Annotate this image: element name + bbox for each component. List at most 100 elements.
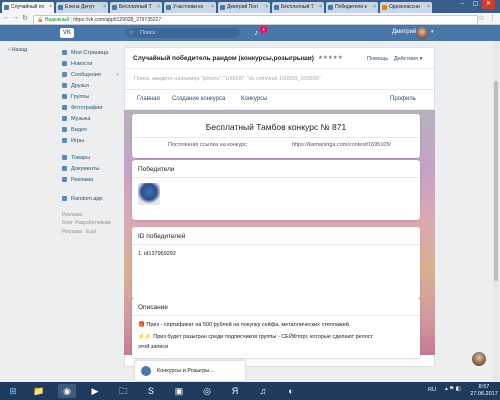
chrome-app-icon[interactable]: ◎ bbox=[198, 384, 216, 398]
close-tab-icon[interactable]: × bbox=[373, 2, 376, 13]
chat-widget[interactable]: Конкурсы и Розыгры... bbox=[134, 360, 246, 382]
media-icon[interactable]: ♫ bbox=[254, 384, 272, 398]
firefox-icon[interactable]: ◐ bbox=[282, 384, 300, 398]
chevron-down-icon: ▾ bbox=[419, 56, 423, 62]
url-text: https://vk.com/app6129028_279735227 bbox=[73, 17, 162, 23]
star-icon[interactable]: ☆ bbox=[478, 14, 484, 22]
sidebar-item-goods[interactable]: Товары bbox=[62, 155, 90, 161]
browser-tab[interactable]: Одноклассни × bbox=[380, 2, 432, 13]
close-tab-icon[interactable]: × bbox=[265, 2, 268, 13]
sidebar-item-music[interactable]: Музыка bbox=[62, 116, 90, 122]
sidebar-item-photos[interactable]: Фотографии bbox=[62, 105, 102, 111]
browser-tab-bar: Случайный по × Елена Депут × Бесплатный Т × Уч… bbox=[0, 0, 500, 13]
sidebar-item-friends[interactable]: Друзья bbox=[62, 83, 89, 89]
sidebar-item-ads[interactable]: Реклама bbox=[62, 177, 93, 183]
app-icon bbox=[62, 196, 67, 201]
rating-stars: ★★★★★ bbox=[318, 55, 343, 61]
yandex-icon[interactable]: Я bbox=[226, 384, 244, 398]
maximize-icon[interactable]: ▢ bbox=[469, 0, 482, 9]
close-tab-icon[interactable]: × bbox=[103, 2, 106, 13]
home-icon bbox=[62, 50, 67, 55]
scrollbar[interactable] bbox=[493, 41, 499, 382]
sidebar-item-video[interactable]: Видео bbox=[62, 127, 87, 133]
footer-link[interactable]: Реклама bbox=[62, 229, 82, 235]
browser-tab[interactable]: Бесплатный Т × bbox=[110, 2, 162, 13]
chrome-icon[interactable]: ◉ bbox=[58, 384, 76, 398]
menu-icon[interactable]: ⋮ bbox=[489, 14, 496, 22]
reload-icon[interactable]: ↻ bbox=[22, 14, 28, 22]
footer-link[interactable]: Разработчикам bbox=[75, 220, 111, 226]
browser-tab-label: Случайный по bbox=[11, 4, 45, 10]
sidebar-item-games[interactable]: Игры bbox=[62, 138, 84, 144]
app-search-input[interactable]: Поиск, введите например "iphone","100000… bbox=[125, 69, 434, 89]
language-indicator[interactable]: RU bbox=[428, 387, 436, 393]
documents-icon bbox=[62, 166, 67, 171]
tab-home[interactable]: Главная bbox=[137, 96, 160, 102]
help-link[interactable]: Помощь bbox=[367, 56, 388, 62]
user-name[interactable]: Дмитрий bbox=[392, 29, 416, 35]
winner-avatar[interactable] bbox=[138, 183, 160, 205]
sidebar-item-label: Музыка bbox=[71, 116, 91, 122]
vk-search-input[interactable]: ⌕ Поиск bbox=[126, 28, 240, 38]
description-line: 🎁 Приз - сертификат на 500 рублей на пок… bbox=[138, 322, 351, 328]
user-avatar[interactable] bbox=[416, 27, 428, 39]
browser-tab[interactable]: Случайный по × bbox=[2, 2, 54, 13]
winners-panel: Победители bbox=[132, 160, 420, 220]
sidebar-item-messages[interactable]: Сообщения + bbox=[62, 72, 119, 78]
winner-id-item[interactable]: 1. id137969292 bbox=[138, 251, 176, 257]
close-tab-icon[interactable]: × bbox=[211, 2, 214, 13]
browser-tab[interactable]: Елена Депут × bbox=[56, 2, 108, 13]
photos-icon bbox=[62, 105, 67, 110]
chat-avatar[interactable] bbox=[472, 352, 486, 366]
minimize-icon[interactable]: – bbox=[456, 0, 469, 9]
close-tab-icon[interactable]: × bbox=[427, 2, 430, 13]
sidebar-item-groups[interactable]: Группы bbox=[62, 94, 89, 100]
media-player-icon[interactable]: ▶ bbox=[86, 384, 104, 398]
sidebar-item-documents[interactable]: Документы bbox=[62, 166, 99, 172]
skype-icon[interactable]: S bbox=[142, 384, 160, 398]
windows-start-icon[interactable]: ⊞ bbox=[4, 384, 22, 398]
footer-link[interactable]: Ещё bbox=[86, 229, 96, 235]
winners-title: Победители bbox=[138, 166, 175, 173]
folder-icon[interactable]: 🗀 bbox=[114, 384, 132, 398]
description-panel: Описание 🎁 Приз - сертификат на 500 рубл… bbox=[132, 298, 420, 358]
description-more: этой записи bbox=[138, 344, 169, 350]
close-tab-icon[interactable]: × bbox=[49, 2, 52, 13]
divider bbox=[125, 89, 434, 90]
permalink-url[interactable]: https://kamaninga.com/contest/1695105/ bbox=[292, 142, 391, 148]
chevron-left-icon: ‹ bbox=[8, 47, 10, 53]
messages-icon bbox=[62, 72, 67, 77]
sidebar-item-home[interactable]: Моя Страница bbox=[62, 50, 108, 56]
browser-tab-label: Одноклассни bbox=[389, 4, 420, 10]
tab-create-contest[interactable]: Создание конкурса bbox=[172, 96, 225, 102]
window-controls: – ▢ ✕ bbox=[456, 0, 500, 10]
footer-link[interactable]: Реклама bbox=[62, 212, 82, 218]
tab-contests[interactable]: Конкурсы bbox=[241, 96, 267, 102]
sidebar-item-news[interactable]: Новости bbox=[62, 61, 92, 67]
app-icon[interactable]: ▣ bbox=[170, 384, 188, 398]
sidebar-back-link[interactable]: ‹ Назад bbox=[8, 47, 27, 53]
chevron-down-icon[interactable]: ▾ bbox=[431, 29, 434, 35]
close-tab-icon[interactable]: × bbox=[157, 2, 160, 13]
tray-icons[interactable]: ▴ ⚑ ◧ bbox=[445, 386, 461, 392]
scrollbar-thumb[interactable] bbox=[494, 81, 498, 281]
sidebar-item-label: Реклама bbox=[71, 177, 94, 183]
vk-logo[interactable]: VK bbox=[60, 28, 74, 38]
browser-tab[interactable]: Победители к × bbox=[326, 2, 378, 13]
clock[interactable]: 8:57 27.06.2017 bbox=[470, 384, 498, 398]
url-field[interactable]: 🔒 Надежный | https://vk.com/app6129028_2… bbox=[33, 15, 478, 25]
forward-arrow-icon[interactable]: → bbox=[12, 14, 19, 21]
browser-tab[interactable]: Участники ко × bbox=[164, 2, 216, 13]
sidebar-item-random-app[interactable]: Random.app bbox=[62, 196, 103, 202]
sidebar-item-label: Товары bbox=[71, 155, 90, 161]
explorer-icon[interactable]: 📁 bbox=[30, 384, 48, 398]
sidebar-item-label: Сообщения bbox=[71, 72, 101, 78]
browser-tab[interactable]: Бесплатный Т × bbox=[272, 2, 324, 13]
close-window-icon[interactable]: ✕ bbox=[482, 0, 495, 9]
footer-link[interactable]: Блог bbox=[62, 220, 73, 226]
close-tab-icon[interactable]: × bbox=[319, 2, 322, 13]
back-arrow-icon[interactable]: ← bbox=[3, 14, 10, 21]
browser-tab[interactable]: Дмитрий Пол × bbox=[218, 2, 270, 13]
actions-menu[interactable]: Действия ▾ bbox=[394, 56, 422, 62]
tab-profile[interactable]: Профиль bbox=[390, 96, 416, 102]
